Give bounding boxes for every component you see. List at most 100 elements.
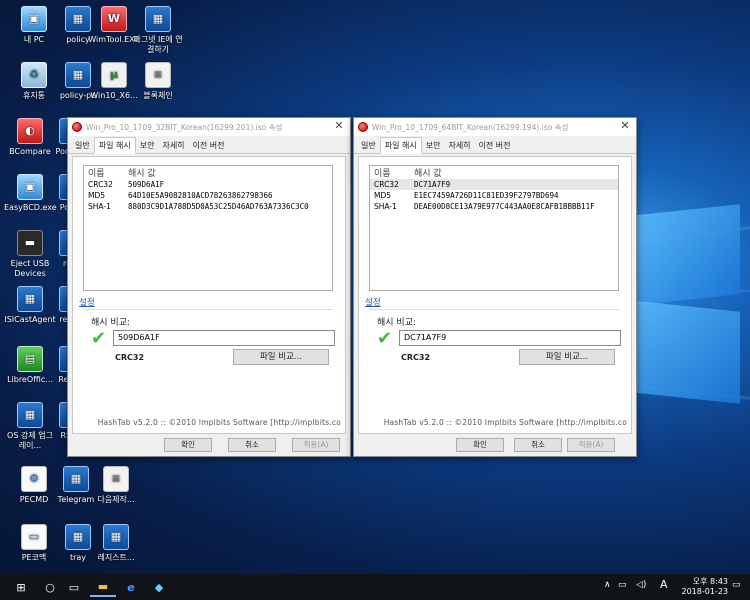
- table-row[interactable]: MD5 64D10E5A9082810ACD78263862798366: [84, 190, 332, 201]
- checkmark-icon: ✔: [91, 328, 107, 349]
- desktop-icon-image: ♻: [21, 62, 47, 88]
- table-row[interactable]: MD5 E1EC7459A726D11C81ED39F2797BD694: [370, 190, 618, 201]
- desktop-icon-image: ⚙: [21, 466, 47, 492]
- file-compare-button[interactable]: 파일 비교...: [233, 349, 329, 365]
- cancel-button[interactable]: 취소: [514, 438, 562, 452]
- clock[interactable]: 오후 8:43 2018-01-23: [682, 577, 729, 597]
- desktop-icon-image: ▦: [145, 6, 171, 32]
- apply-button[interactable]: 적용(A): [567, 438, 615, 452]
- clock-time: 오후 8:43: [692, 577, 728, 586]
- hash-compare-group: 해시 비교: ✔ 509D6A1F CRC32 파일 비교...: [83, 309, 335, 389]
- table-row[interactable]: CRC32 509D6A1F: [84, 179, 332, 190]
- properties-dialog-32bit[interactable]: Win_Pro_10_1709_32BIT_Korean(16299.201).…: [67, 117, 351, 457]
- tab-security[interactable]: 보안: [136, 138, 159, 153]
- tab-previous-versions[interactable]: 이전 버전: [189, 138, 229, 153]
- desktop-icon-label: 블록체인: [143, 91, 173, 100]
- search-icon[interactable]: ○: [38, 577, 62, 597]
- desktop-icon-image: ▦: [17, 286, 43, 312]
- close-icon[interactable]: ✕: [332, 119, 346, 133]
- app-icon: [72, 122, 82, 132]
- notification-icon[interactable]: ▭: [732, 580, 741, 590]
- hash-name: SHA-1: [88, 202, 111, 211]
- tab-file-hash[interactable]: 파일 해시: [93, 137, 136, 154]
- hash-list[interactable]: 이름 해시 값 CRC32 DC71A7F9 MD5 E1EC7459A726D11…: [369, 165, 619, 291]
- apply-button[interactable]: 적용(A): [292, 438, 340, 452]
- file-compare-button[interactable]: 파일 비교...: [519, 349, 615, 365]
- desktop-icon-label: 레지스트...: [97, 553, 135, 562]
- logo-pane: [630, 204, 740, 306]
- ok-button[interactable]: 확인: [456, 438, 504, 452]
- titlebar[interactable]: Win_Pro_10_1709_32BIT_Korean(16299.201).…: [68, 118, 350, 136]
- tab-panel: 이름 해시 값 CRC32 509D6A1F MD5 64D10E5A9082810…: [72, 156, 346, 434]
- tab-general[interactable]: 일반: [71, 138, 94, 153]
- credit-text[interactable]: HashTab v5.2.0 :: ©2010 Implbits Softwar…: [384, 418, 627, 427]
- desktop-icon-image: ▦: [63, 466, 89, 492]
- app-icon: [358, 122, 368, 132]
- ok-button[interactable]: 확인: [164, 438, 212, 452]
- tab-security[interactable]: 보안: [422, 138, 445, 153]
- desktop-icon-image: ▦: [103, 524, 129, 550]
- app-taskbar-icon[interactable]: ◆: [146, 577, 172, 597]
- settings-link[interactable]: 설정: [365, 296, 381, 308]
- tab-strip: 일반 파일 해시 보안 자세히 이전 버전: [354, 137, 636, 154]
- column-hash-value[interactable]: 해시 값: [128, 166, 156, 179]
- properties-dialog-64bit[interactable]: Win_Pro_10_1709_64BIT_Korean(16299.194).…: [353, 117, 637, 457]
- desktop-icon[interactable]: ≡ 블록체인: [132, 62, 184, 101]
- ime-indicator[interactable]: A: [660, 578, 668, 591]
- table-row[interactable]: CRC32 DC71A7F9: [370, 179, 618, 190]
- algorithm-label: CRC32: [401, 353, 431, 362]
- tab-details[interactable]: 자세히: [158, 138, 188, 153]
- titlebar[interactable]: Win_Pro_10_1709_64BIT_Korean(16299.194).…: [354, 118, 636, 136]
- desktop-icon-image: ▣: [21, 6, 47, 32]
- taskbar: ⊞ ○ ▭ ▬ e ◆ ∧ ▭ ◁) A 오후 8:43 2018-01-23 …: [0, 574, 750, 600]
- clock-date: 2018-01-23: [681, 587, 729, 596]
- tab-general[interactable]: 일반: [357, 138, 380, 153]
- desktop-icon-image: µ: [101, 62, 127, 88]
- desktop-icon-image: ◐: [17, 118, 43, 144]
- tab-strip: 일반 파일 해시 보안 자세히 이전 버전: [68, 137, 350, 154]
- hash-compare-input[interactable]: 509D6A1F: [113, 330, 335, 346]
- task-view-icon[interactable]: ▭: [62, 577, 86, 597]
- hash-value: DEAE00D8CE13A79E977C443AA0E8CAFB1BBBB11F: [414, 202, 595, 211]
- hash-name: SHA-1: [374, 202, 397, 211]
- desktop-icon[interactable]: ▦ 마그넷 IE에 연결하기: [132, 6, 184, 55]
- desktop-icon-label: 마그넷 IE에 연결하기: [133, 35, 183, 54]
- close-icon[interactable]: ✕: [618, 119, 632, 133]
- file-explorer-icon[interactable]: ▬: [90, 577, 116, 597]
- dialog-buttons: 확인 취소 적용(A): [354, 436, 638, 456]
- network-icon[interactable]: ▭: [618, 580, 627, 590]
- hash-list[interactable]: 이름 해시 값 CRC32 509D6A1F MD5 64D10E5A9082810…: [83, 165, 333, 291]
- desktop-icon-image: ≡: [103, 466, 129, 492]
- hash-name: CRC32: [374, 180, 399, 189]
- column-name[interactable]: 이름: [370, 166, 414, 179]
- tab-details[interactable]: 자세히: [444, 138, 474, 153]
- column-hash-value[interactable]: 해시 값: [414, 166, 442, 179]
- desktop-icon[interactable]: ≡ 다음제작...: [90, 466, 142, 505]
- tab-previous-versions[interactable]: 이전 버전: [475, 138, 515, 153]
- table-row[interactable]: SHA-1 880D3C9D1A788D5D0A53C25D46AD763A733…: [84, 201, 332, 212]
- desktop-icon-image: ▣: [17, 174, 43, 200]
- cancel-button[interactable]: 취소: [228, 438, 276, 452]
- hash-name: MD5: [88, 191, 106, 200]
- credit-text[interactable]: HashTab v5.2.0 :: ©2010 Implbits Softwar…: [98, 418, 341, 427]
- hash-name: MD5: [374, 191, 392, 200]
- desktop-icon[interactable]: ▦ 레지스트...: [90, 524, 142, 563]
- algorithm-label: CRC32: [115, 353, 145, 362]
- tab-file-hash[interactable]: 파일 해시: [379, 137, 422, 154]
- window-title: Win_Pro_10_1709_32BIT_Korean(16299.201).…: [86, 122, 283, 132]
- hash-value: 64D10E5A9082810ACD78263862798366: [128, 191, 273, 200]
- hash-value: 509D6A1F: [128, 180, 165, 189]
- table-row[interactable]: SHA-1 DEAE00D8CE13A79E977C443AA0E8CAFB1BB…: [370, 201, 618, 212]
- desktop-icon-image: ▦: [65, 524, 91, 550]
- hash-compare-input[interactable]: DC71A7F9: [399, 330, 621, 346]
- window-title: Win_Pro_10_1709_64BIT_Korean(16299.194).…: [372, 122, 569, 132]
- desktop-icon-image: W: [101, 6, 127, 32]
- column-name[interactable]: 이름: [84, 166, 128, 179]
- tray-chevron-icon[interactable]: ∧: [604, 580, 611, 590]
- internet-explorer-icon[interactable]: e: [118, 577, 144, 597]
- start-button[interactable]: ⊞: [6, 577, 36, 597]
- volume-icon[interactable]: ◁): [636, 580, 646, 590]
- windows-logo: [620, 180, 750, 420]
- hash-value: 880D3C9D1A788D5D0A53C25D46AD763A7336C3C0: [128, 202, 309, 211]
- settings-link[interactable]: 설정: [79, 296, 95, 308]
